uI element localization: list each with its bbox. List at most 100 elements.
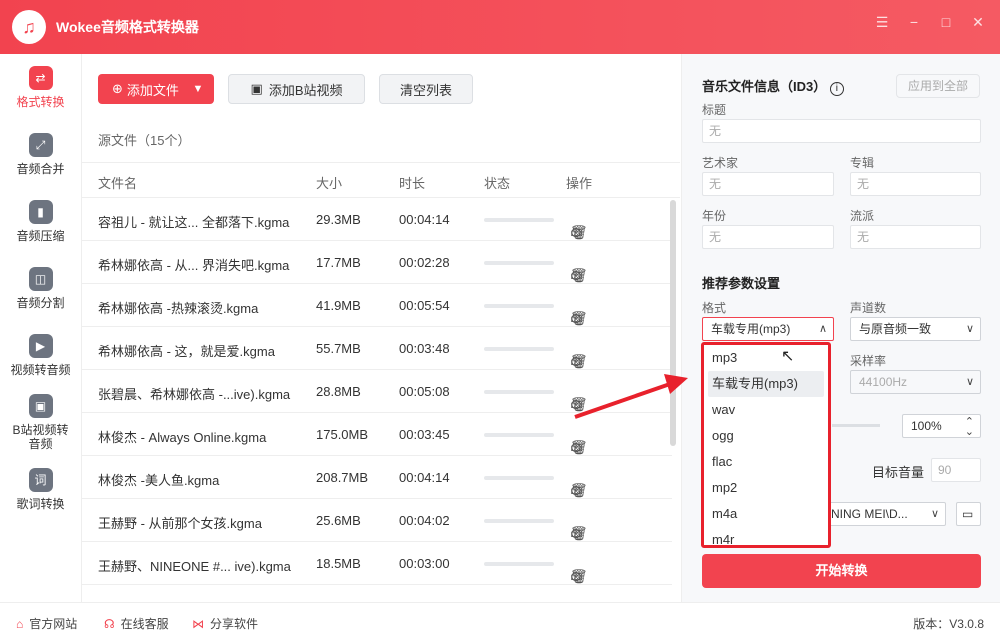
table-header: 文件名 大小 时长 状态 操作 <box>82 162 680 198</box>
add-file-button[interactable]: ⊕ 添加文件 ▼ <box>98 74 214 104</box>
file-size: 17.7MB <box>316 255 361 270</box>
delete-icon[interactable]: 🗑 <box>570 525 588 542</box>
sidebar: ⇄ 格式转换 ⤢ 音频合并 ▮ 音频压缩 ◫ 音频分割 ▶ 视频转音频 ▣ B站视频转音频 … <box>0 54 82 602</box>
file-size: 28.8MB <box>316 384 361 399</box>
delete-icon[interactable]: 🗑 <box>570 568 588 585</box>
table-row[interactable]: 希林娜依高 - 从... 界消失吧.kgma 17.7MB 00:02:28 ⊙ ▭ 🗑 <box>82 241 672 284</box>
year-field[interactable]: 无 <box>702 225 834 249</box>
artist-field[interactable]: 无 <box>702 172 834 196</box>
sidebar-item-compress[interactable]: ▮ 音频压缩 <box>0 188 81 255</box>
title-field[interactable]: 无 <box>702 119 981 143</box>
sidebar-item-video-to-audio[interactable]: ▶ 视频转音频 <box>0 322 81 389</box>
album-field[interactable]: 无 <box>850 172 981 196</box>
progress-bar <box>484 476 554 480</box>
sidebar-item-split[interactable]: ◫ 音频分割 <box>0 255 81 322</box>
support-link[interactable]: ☊ 在线客服 <box>104 615 169 632</box>
header-size: 大小 <box>316 176 343 191</box>
maximize-button[interactable]: □ <box>936 12 956 32</box>
sidebar-item-merge[interactable]: ⤢ 音频合并 <box>0 121 81 188</box>
format-option[interactable]: mp2 <box>704 475 828 501</box>
genre-field[interactable]: 无 <box>850 225 981 249</box>
file-duration: 00:02:28 <box>399 255 450 270</box>
apply-all-button[interactable]: 应用到全部 <box>896 74 980 98</box>
sidebar-item-format-convert[interactable]: ⇄ 格式转换 <box>0 54 81 121</box>
delete-icon[interactable]: 🗑 <box>570 310 588 327</box>
home-icon: ⌂ <box>16 616 24 631</box>
share-icon: ⋈ <box>192 616 204 631</box>
channels-select[interactable]: 与原音频一致 ∨ <box>850 317 981 341</box>
sidebar-item-lyrics[interactable]: 词歌词转换 <box>0 456 81 523</box>
format-dropdown: mp3 车载专用(mp3) wav ogg flac mp2 m4a m4r <box>701 342 831 548</box>
format-option[interactable]: m4a <box>704 501 828 527</box>
file-duration: 00:03:00 <box>399 556 450 571</box>
app-logo-icon: ♫ <box>12 10 46 44</box>
delete-icon[interactable]: 🗑 <box>570 353 588 370</box>
progress-bar <box>484 390 554 394</box>
folder-icon[interactable]: ▭ <box>956 502 981 526</box>
album-label: 专辑 <box>850 156 875 170</box>
format-option[interactable]: m4r <box>704 527 828 545</box>
version-label: 版本：V3.0.8 <box>913 617 984 631</box>
mouse-cursor-icon: ↖ <box>781 348 795 365</box>
skin-icon[interactable]: ☰ <box>872 12 892 32</box>
progress-bar <box>484 347 554 351</box>
format-option[interactable]: ogg <box>704 423 828 449</box>
volume-slider[interactable] <box>832 424 880 427</box>
target-volume-label: 目标音量 <box>872 465 925 480</box>
clear-list-button[interactable]: 清空列表 <box>379 74 473 104</box>
file-name: 希林娜依高 - 这，就是爱.kgma <box>98 344 275 359</box>
app-title: Wokee音频格式转换器 <box>56 19 199 35</box>
file-size: 25.6MB <box>316 513 361 528</box>
table-row[interactable]: 王赫野 - 从前那个女孩.kgma 25.6MB 00:04:02 ⊙ ▭ 🗑 <box>82 499 672 542</box>
table-row[interactable]: 希林娜依高 - 这，就是爱.kgma 55.7MB 00:03:48 ⊙ ▭ 🗑 <box>82 327 672 370</box>
samplerate-select[interactable]: 44100Hz ∨ <box>850 370 981 394</box>
delete-icon[interactable]: 🗑 <box>570 224 588 241</box>
table-row[interactable]: 容祖儿 - 就让这... 全都落下.kgma 29.3MB 00:04:14 ⊙ ▭ 🗑 <box>82 198 672 241</box>
file-panel: ⊕ 添加文件 ▼ ▣ 添加B站视频 清空列表 源文件（15个） 文件名 大小 时长… <box>82 54 680 602</box>
add-icon: ⊕ <box>112 81 123 96</box>
title-label: 标题 <box>702 103 727 117</box>
table-row[interactable]: 王赫野、NINEONE #... ive).kgma 18.5MB 00:03:00… <box>82 542 672 585</box>
delete-icon[interactable]: 🗑 <box>570 267 588 284</box>
add-bilibili-button[interactable]: ▣ 添加B站视频 <box>228 74 365 104</box>
format-option[interactable]: wav <box>704 397 828 423</box>
table-row[interactable]: 林俊杰 -美人鱼.kgma 208.7MB 00:04:14 ⊙ ▭ 🗑 <box>82 456 672 499</box>
format-option[interactable]: 车载专用(mp3) <box>708 371 824 397</box>
file-name: 林俊杰 -美人鱼.kgma <box>98 473 220 488</box>
file-duration: 00:03:45 <box>399 427 450 442</box>
file-size: 208.7MB <box>316 470 369 485</box>
source-count: 源文件（15个） <box>98 133 191 148</box>
share-link[interactable]: ⋈ 分享软件 <box>192 615 258 632</box>
output-path-select[interactable]: NING MEI\D... ∨ <box>812 502 946 526</box>
merge-icon: ⤢ <box>28 133 53 157</box>
file-size: 18.5MB <box>316 556 361 571</box>
table-row[interactable]: 希林娜依高 -热辣滚烫.kgma 41.9MB 00:05:54 ⊙ ▭ 🗑 <box>82 284 672 327</box>
file-size: 41.9MB <box>316 298 361 313</box>
close-button[interactable]: ✕ <box>968 12 988 32</box>
delete-icon[interactable]: 🗑 <box>570 482 588 499</box>
file-name: 王赫野、NINEONE #... ive).kgma <box>98 559 291 574</box>
progress-bar <box>484 261 554 265</box>
info-icon[interactable]: i <box>829 82 844 96</box>
minimize-button[interactable]: − <box>904 12 924 32</box>
format-label: 格式 <box>702 301 727 315</box>
progress-bar <box>484 304 554 308</box>
genre-label: 流派 <box>850 209 875 223</box>
format-option[interactable]: flac <box>704 449 828 475</box>
video-icon: ▶ <box>28 334 53 358</box>
file-duration: 00:05:08 <box>399 384 450 399</box>
start-convert-button[interactable]: 开始转换 <box>702 554 981 588</box>
year-label: 年份 <box>702 209 727 223</box>
format-option[interactable]: mp3 <box>704 345 828 371</box>
format-select[interactable]: 车载专用(mp3) ∧ <box>702 317 834 341</box>
stepper-arrows-icon[interactable]: ⌃ ⌄ <box>965 417 974 438</box>
website-link[interactable]: ⌂ 官方网站 <box>16 615 77 632</box>
volume-stepper[interactable]: 100% ⌃ ⌄ <box>902 414 981 438</box>
samplerate-label: 采样率 <box>850 354 887 368</box>
header-ops: 操作 <box>566 176 593 191</box>
target-volume-field[interactable]: 90 <box>931 458 981 482</box>
sidebar-item-bilibili[interactable]: ▣ B站视频转音频 <box>0 389 81 456</box>
delete-icon[interactable]: 🗑 <box>570 439 588 456</box>
chevron-down-icon[interactable]: ▼ <box>188 74 208 104</box>
chevron-up-icon: ∧ <box>818 323 827 335</box>
